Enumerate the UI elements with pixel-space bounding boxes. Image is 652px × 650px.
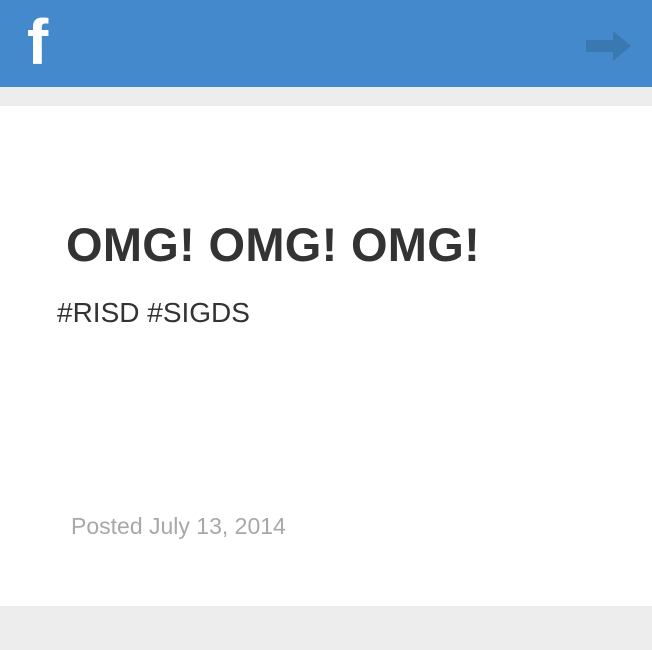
app-header: f xyxy=(0,0,652,87)
post-title: OMG! OMG! OMG! xyxy=(66,218,481,271)
facebook-logo-icon: f xyxy=(27,6,49,78)
post-hashtags: #RISD #SIGDS xyxy=(57,297,250,328)
post-date: Posted July 13, 2014 xyxy=(71,513,286,539)
separator-band xyxy=(0,87,652,106)
arrow-right-icon[interactable] xyxy=(586,29,632,63)
post-card: OMG! OMG! OMG! #RISD #SIGDS Posted July … xyxy=(0,106,652,606)
